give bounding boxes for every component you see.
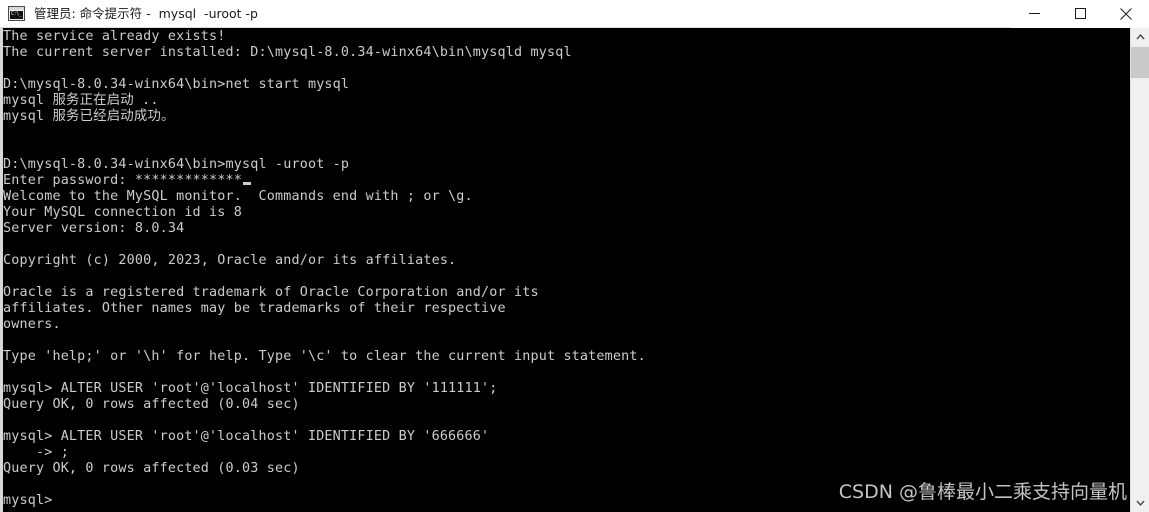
title-bar[interactable]: C:\_ 管理员: 命令提示符 - mysql -uroot -p [0, 0, 1149, 28]
chevron-up-icon [1135, 34, 1145, 40]
terminal-line: Server version: 8.0.34 [3, 221, 185, 236]
terminal-line: D:\mysql-8.0.34-winx64\bin>net start mys… [3, 77, 350, 92]
icon-screen-text: C:\_ [10, 11, 23, 19]
terminal-line: Copyright (c) 2000, 2023, Oracle and/or … [3, 253, 457, 268]
icon-titlebar-strip [9, 7, 24, 10]
terminal-line: Query OK, 0 rows affected (0.04 sec) [3, 397, 300, 412]
terminal-line: The current server installed: D:\mysql-8… [3, 45, 572, 60]
terminal-line: Your MySQL connection id is 8 [3, 205, 243, 220]
terminal-line: -> ; [3, 445, 69, 460]
terminal-line: mysql 服务已经启动成功。 [3, 109, 175, 124]
terminal-output[interactable]: The service already exists! The current s… [3, 28, 1130, 512]
window-title: 管理员: 命令提示符 - mysql -uroot -p [34, 5, 258, 21]
terminal-line: D:\mysql-8.0.34-winx64\bin>mysql -uroot … [3, 157, 350, 172]
terminal-line: Enter password: ************* [3, 173, 1130, 189]
terminal-line: mysql 服务正在启动 .. [3, 93, 159, 108]
terminal-line: Oracle is a registered trademark of Orac… [3, 285, 539, 300]
command-prompt-icon: C:\_ [8, 6, 25, 21]
minimize-icon [1028, 13, 1040, 14]
terminal-line: Welcome to the MySQL monitor. Commands e… [3, 189, 473, 204]
scrollbar-thumb[interactable] [1131, 47, 1149, 78]
terminal-line: Type 'help;' or '\h' for help. Type '\c'… [3, 349, 646, 364]
watermark-label: CSDN @鲁棒最小二乘支持向量机 [838, 481, 1127, 503]
close-icon [1120, 7, 1132, 20]
terminal-line: affiliates. Other names may be trademark… [3, 301, 506, 316]
terminal-line: owners. [3, 317, 61, 332]
maximize-button[interactable] [1057, 0, 1103, 28]
scroll-up-button[interactable] [1131, 28, 1149, 46]
terminal-line: mysql> ALTER USER 'root'@'localhost' IDE… [3, 429, 490, 444]
minimize-button[interactable] [1011, 0, 1057, 28]
console-left-border [0, 28, 3, 512]
text-cursor [243, 182, 252, 185]
terminal-line: Query OK, 0 rows affected (0.03 sec) [3, 461, 300, 476]
terminal-line: The service already exists! [3, 29, 226, 44]
terminal-line: mysql> ALTER USER 'root'@'localhost' IDE… [3, 381, 498, 396]
maximize-icon [1074, 8, 1086, 19]
chevron-down-icon [1135, 500, 1145, 506]
command-prompt-window: C:\_ 管理员: 命令提示符 - mysql -uroot -p The se… [0, 0, 1149, 512]
console-scrollbar[interactable] [1130, 28, 1149, 512]
close-button[interactable] [1103, 0, 1149, 28]
console-body[interactable]: The service already exists! The current s… [0, 28, 1149, 512]
scroll-down-button[interactable] [1131, 494, 1149, 512]
window-controls [1011, 0, 1149, 28]
